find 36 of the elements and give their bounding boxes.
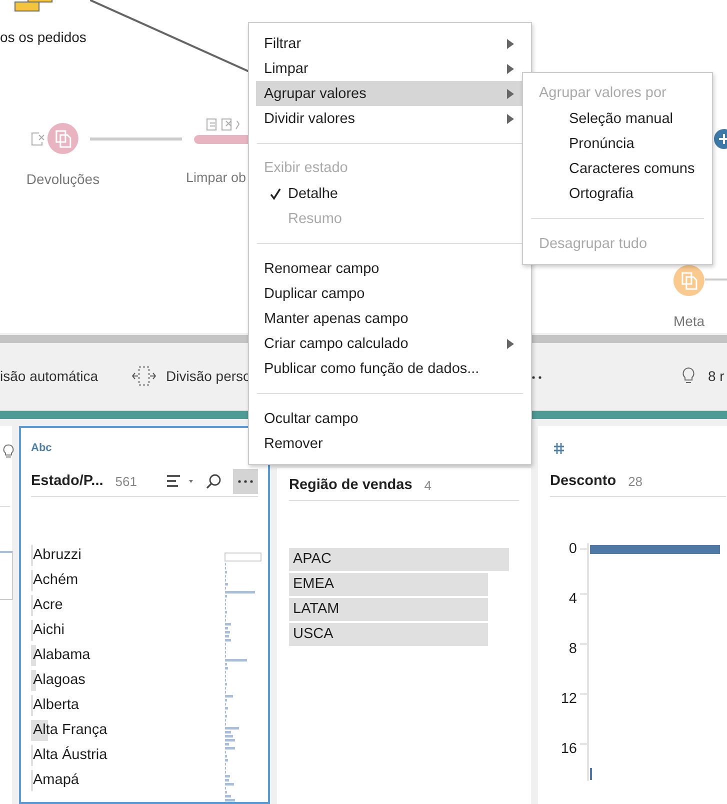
field-name: Desconto: [550, 473, 616, 489]
menu-item[interactable]: Agrupar valores: [256, 81, 523, 106]
field-name: Região de vendas: [289, 477, 412, 493]
node-label: Limpar ob: [186, 170, 246, 185]
menu-item[interactable]: Publicar como função de dados...: [256, 356, 523, 381]
menu-item[interactable]: Duplicar campo: [256, 281, 523, 306]
profile-card[interactable]: Desconto 28 0 4 8 12 16: [538, 426, 727, 804]
menu-item[interactable]: Limpar: [256, 56, 523, 81]
menu-item[interactable]: Caracteres comuns: [530, 156, 704, 181]
axis-label: 16: [560, 741, 577, 759]
menu-item[interactable]: Renomear campo: [256, 256, 523, 281]
axis-label: 0: [568, 541, 577, 559]
profile-card[interactable]: Região de vendas 4 APAC EMEA LATAM USCA: [277, 468, 531, 804]
value-count: 561: [115, 474, 137, 488]
node-label: Meta: [673, 313, 705, 329]
recommendations-count[interactable]: 8 r: [708, 368, 724, 384]
menu-item[interactable]: Criar campo calculado: [256, 331, 523, 356]
menu-heading: Exibir estado: [264, 159, 349, 178]
menu-item[interactable]: Ortografia: [530, 181, 704, 206]
node-label: Devoluções: [26, 171, 100, 187]
auto-split-button[interactable]: isão automática: [0, 368, 98, 384]
axis-label: 8: [568, 641, 577, 659]
value-count: 28: [628, 474, 643, 488]
menu-item[interactable]: Detalhe: [256, 181, 523, 206]
field-name: Estado/P...: [31, 473, 104, 489]
menu-item[interactable]: Pronúncia: [530, 131, 704, 156]
menu-item[interactable]: Dividir valores: [256, 106, 523, 131]
menu-item[interactable]: Seleção manual: [530, 106, 704, 131]
menu-item[interactable]: Filtrar: [256, 31, 523, 56]
menu-heading: Agrupar valores por: [539, 84, 668, 103]
type-label: Abc: [31, 442, 53, 456]
axis-label: 12: [560, 691, 577, 709]
node-label: os os pedidos: [0, 29, 86, 45]
value-count: 4: [424, 478, 432, 492]
axis-label: 4: [568, 591, 577, 609]
menu-item[interactable]: Manter apenas campo: [256, 306, 523, 331]
